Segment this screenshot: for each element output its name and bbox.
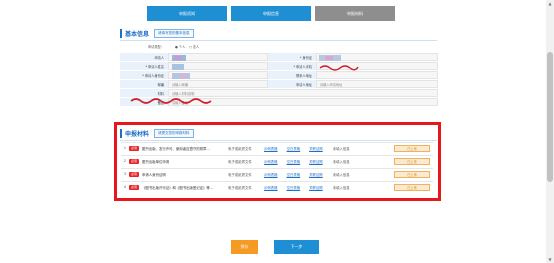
applicant-phone-label: * 申请人手机 [268, 62, 316, 70]
tab-materials[interactable]: 申报材料 [315, 6, 395, 21]
scrollbar-thumb[interactable] [547, 52, 553, 182]
sample-form-link[interactable]: 示例表格 [264, 185, 278, 190]
material-type: 电子或纸质文件 [228, 159, 252, 164]
material-row: 4 必须 《图书出版许可证》和《图书出版登记证》等... 电子或纸质文件 示例表… [121, 181, 433, 192]
applicant-type-radio-legal[interactable]: ○ 法人 [189, 44, 199, 49]
sample-form-link[interactable]: 示例表格 [264, 159, 278, 164]
material-row: 2 必须 图书出版单位申请 电子或纸质文件 示例表格 空白表格 关联证照 未填入… [121, 155, 433, 166]
save-button[interactable]: 保存 [231, 240, 258, 254]
related-license-link[interactable]: 关联证照 [309, 159, 323, 164]
row-number: 1 [123, 146, 127, 150]
applicant-phone-field[interactable] [316, 62, 438, 71]
applicant-id-label: * 申请人身份证 [120, 71, 168, 79]
tab-info[interactable]: 申报信息 [231, 6, 311, 21]
required-badge: 必须 [129, 171, 140, 177]
material-name: 申请人身份证明 [142, 172, 166, 177]
blank-form-link[interactable]: 空白表格 [287, 185, 301, 190]
material-name: 图书出版、发行许可、使用者应遵守的规章... [142, 146, 210, 151]
material-name: 《图书出版许可证》和《图书出版登记证》等... [142, 185, 214, 190]
row-number: 3 [123, 172, 127, 176]
material-type: 电子或纸质文件 [228, 172, 252, 177]
material-status: 未填入信息 [332, 172, 350, 177]
applicant-type-label: 申请类型: [148, 45, 162, 49]
basic-info-hint: 请填写您的基本信息 [154, 28, 194, 38]
blank-form-link[interactable]: 空白表格 [287, 159, 301, 164]
section-marker [120, 28, 122, 38]
upload-button[interactable]: 已上传 [394, 170, 430, 178]
material-status: 未填入信息 [332, 185, 350, 190]
upload-button[interactable]: 已上传 [394, 144, 430, 152]
next-step-button[interactable]: 下一步 [274, 240, 319, 254]
upload-button[interactable]: 已上传 [394, 157, 430, 165]
basic-info-header: 基本信息 请填写您的基本信息 [120, 27, 194, 39]
material-row: 1 必须 图书出版、发行许可、使用者应遵守的规章... 电子或纸质文件 示例表格… [121, 142, 433, 153]
applicant-address-label: 申请人地址 [268, 80, 316, 88]
tab-notice[interactable]: 申报须知 [147, 6, 227, 21]
id-number-label: * 身份证 [268, 53, 316, 61]
required-badge: 必须 [129, 184, 140, 190]
upload-button[interactable]: 已上传 [394, 183, 430, 191]
redacted-image [319, 55, 341, 61]
required-badge: 必须 [129, 158, 140, 164]
row-number: 4 [123, 185, 127, 189]
basic-info-title: 基本信息 [125, 30, 150, 38]
redaction-scribble [130, 98, 212, 104]
related-license-link[interactable]: 关联证照 [309, 185, 323, 190]
material-type: 电子或纸质文件 [228, 185, 252, 190]
applicant-address-field[interactable]: 请输入申请地址 [316, 80, 438, 88]
blank-form-link[interactable]: 空白表格 [287, 146, 301, 151]
applicant-name-field[interactable] [168, 62, 268, 70]
postcode-field[interactable]: 请输入邮编 [168, 80, 268, 88]
scroll-down-arrow-icon[interactable]: ▼ [547, 257, 553, 262]
material-status: 未填入信息 [332, 159, 350, 164]
required-badge: 必须 [129, 145, 140, 151]
applicant-label: 申请人 [120, 53, 168, 61]
row-number: 2 [123, 159, 127, 163]
related-license-link[interactable]: 关联证照 [309, 172, 323, 177]
contact-address-label: 联系人地址 [268, 71, 316, 79]
id-number-field[interactable] [316, 53, 438, 61]
contact-address-field[interactable] [316, 71, 438, 79]
application-page: 申报须知 申报信息 申报材料 基本信息 请填写您的基本信息 申请类型: ● 个人… [0, 0, 554, 263]
related-license-link[interactable]: 关联证照 [309, 146, 323, 151]
basic-info-divider [120, 40, 437, 41]
material-row: 3 必须 申请人身份证明 电子或纸质文件 示例表格 空白表格 关联证照 未填入信… [121, 168, 433, 179]
postcode-label: 邮编 [120, 80, 168, 88]
redacted-image [172, 64, 184, 70]
blank-form-link[interactable]: 空白表格 [287, 172, 301, 177]
applicant-id-field[interactable] [168, 71, 268, 79]
redaction-scribble [319, 65, 359, 71]
material-status: 未填入信息 [332, 146, 350, 151]
applicant-type-radio-personal[interactable]: ● 个人 [175, 44, 185, 49]
redacted-image [172, 73, 190, 79]
scroll-up-arrow-icon[interactable]: ▲ [547, 1, 553, 6]
sample-form-link[interactable]: 示例表格 [264, 172, 278, 177]
material-name: 图书出版单位申请 [142, 159, 170, 164]
material-type: 电子或纸质文件 [228, 146, 252, 151]
sample-form-link[interactable]: 示例表格 [264, 146, 278, 151]
applicant-field[interactable] [168, 53, 268, 61]
redacted-image [172, 55, 186, 61]
applicant-name-label: * 申请人姓名 [120, 62, 168, 70]
